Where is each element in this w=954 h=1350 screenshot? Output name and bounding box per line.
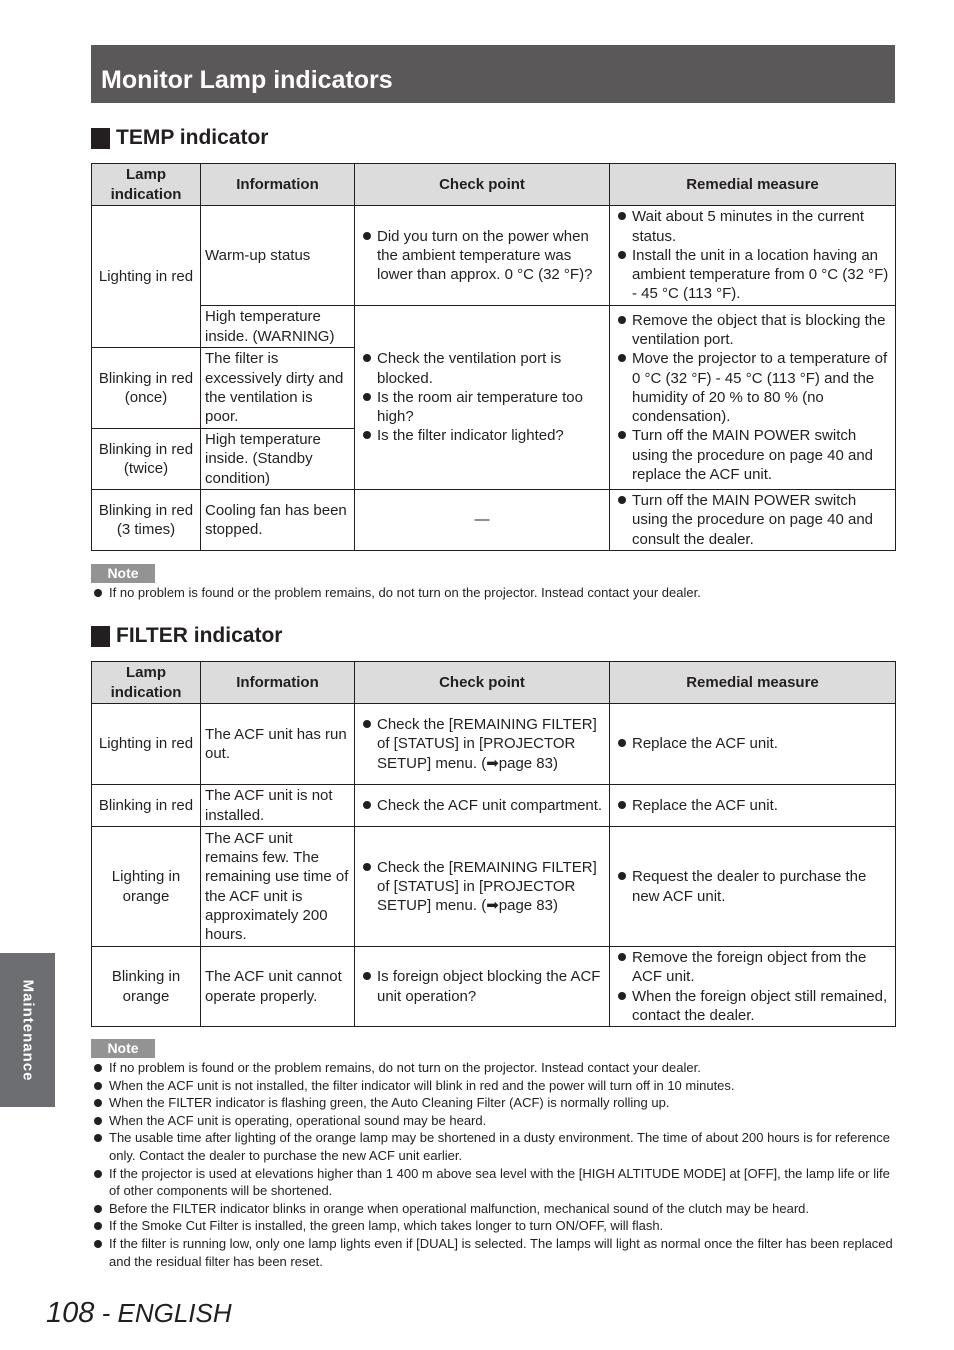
check-item: Check the ACF unit compartment. [359,796,605,815]
table-row: Lighting in red The ACF unit has run out… [91,703,896,785]
table-row: High temperature inside. (WARNING) Check… [92,305,896,490]
note-list: If no problem is found or the problem re… [91,1059,896,1270]
note-item: If the Smoke Cut Filter is installed, th… [91,1217,896,1235]
remedy-item: Install the unit in a location having an… [614,246,891,304]
table-row: Blinking in red (3 times) Cooling fan ha… [91,489,896,551]
lamp-cell: Lighting in red [91,205,201,348]
check-cell: Check the ACF unit compartment. [354,784,610,827]
lamp-cell: Lighting in orange [91,826,201,947]
col-header-lamp: Lamp indication [91,163,201,206]
check-cell: — [354,489,610,551]
remedy-item: Remove the foreign object from the ACF u… [614,948,891,987]
check-item: Did you turn on the power when the ambie… [359,227,605,285]
lamp-cell: Blinking in red (twice) [91,428,201,490]
check-item: Is the filter indicator lighted? [359,426,605,445]
table-header-row: Lamp indication Information Check point … [91,163,896,206]
note-item: If the projector is used at elevations h… [91,1165,896,1200]
check-cell: Is foreign object blocking the ACF unit … [354,946,610,1027]
note-badge: Note [91,1039,155,1058]
page-number: 108 [46,1297,95,1329]
col-header-lamp: Lamp indication [91,661,201,704]
side-tab-label: Maintenance [19,979,37,1081]
remedy-cell: Remove the object that is blocking the v… [609,305,896,490]
note-item: If no problem is found or the problem re… [91,1059,896,1077]
remedy-item: Move the projector to a temperature of 0… [614,349,891,426]
temp-section-heading: TEMP indicator [91,125,268,151]
col-header-information: Information [200,661,355,704]
table-row: Lighting in red Warm-up status Did you t… [91,205,896,348]
col-header-remedial: Remedial measure [609,163,896,206]
col-header-check-point: Check point [354,163,610,206]
check-cell: Check the [REMAINING FILTER] of [STATUS]… [354,826,610,947]
note-item: When the ACF unit is operating, operatio… [91,1112,896,1130]
note-item: Before the FILTER indicator blinks in or… [91,1200,896,1218]
info-cell: The ACF unit remains few. The remaining … [200,826,355,947]
remedy-item: Turn off the MAIN POWER switch using the… [614,426,891,484]
info-cell: The filter is excessively dirty and the … [200,347,355,429]
check-item: Check the [REMAINING FILTER] of [STATUS]… [359,715,605,773]
check-cell: Check the ventilation port is blocked. I… [354,305,610,490]
remedy-item: Request the dealer to purchase the new A… [614,867,891,906]
remedy-cell: Wait about 5 minutes in the current stat… [609,205,896,306]
note-item: If no problem is found or the problem re… [91,584,896,602]
lamp-cell: Blinking in red [91,784,201,827]
note-list: If no problem is found or the problem re… [91,584,896,602]
lamp-cell: Blinking in red (3 times) [91,489,201,551]
page-title: Monitor Lamp indicators [91,45,895,103]
remedy-cell: Remove the foreign object from the ACF u… [609,946,896,1027]
page-footer: 108 - ENGLISH [46,1296,232,1330]
lamp-cell: Blinking in red (once) [91,347,201,429]
note-item: If the filter is running low, only one l… [91,1235,896,1270]
check-item: Check the ventilation port is blocked. [359,349,605,388]
table-row: Lighting in orange The ACF unit remains … [91,826,896,947]
table-header-row: Lamp indication Information Check point … [91,661,896,704]
note-item: When the FILTER indicator is flashing gr… [91,1094,896,1112]
check-cell: Did you turn on the power when the ambie… [354,205,610,306]
filter-indicator-table: Lamp indication Information Check point … [91,661,896,1027]
footer-language: ENGLISH [117,1298,232,1328]
remedy-item: Replace the ACF unit. [614,796,891,815]
col-header-check-point: Check point [354,661,610,704]
remedy-item: Wait about 5 minutes in the current stat… [614,207,891,246]
info-cell: The ACF unit has run out. [200,703,355,785]
col-header-remedial: Remedial measure [609,661,896,704]
info-cell: The ACF unit is not installed. [200,784,355,827]
remedy-cell: Turn off the MAIN POWER switch using the… [609,489,896,551]
check-cell: Check the [REMAINING FILTER] of [STATUS]… [354,703,610,785]
note-item: When the ACF unit is not installed, the … [91,1077,896,1095]
lamp-cell: Blinking in orange [91,946,201,1027]
info-cell: Cooling fan has been stopped. [200,489,355,551]
remedy-item: When the foreign object still remained, … [614,987,891,1026]
remedy-cell: Replace the ACF unit. [609,784,896,827]
temp-indicator-table: Lamp indication Information Check point … [91,163,896,551]
table-row: Blinking in orange The ACF unit cannot o… [91,946,896,1027]
remedy-item: Replace the ACF unit. [614,734,891,753]
info-cell: High temperature inside. (WARNING) [200,305,355,348]
note-item: The usable time after lighting of the or… [91,1129,896,1164]
side-section-tab: Maintenance [0,953,55,1107]
footer-separator: - [94,1298,118,1328]
col-header-information: Information [200,163,355,206]
temp-heading-text: TEMP indicator [116,126,269,149]
remedy-cell: Replace the ACF unit. [609,703,896,785]
note-badge: Note [91,564,155,583]
filter-heading-text: FILTER indicator [116,624,283,647]
remedy-item: Turn off the MAIN POWER switch using the… [614,491,891,549]
table-row: Blinking in red The ACF unit is not inst… [91,784,896,827]
info-cell: The ACF unit cannot operate properly. [200,946,355,1027]
filter-section-heading: FILTER indicator [91,623,282,649]
info-cell: Warm-up status [200,205,355,306]
remedy-item: Remove the object that is blocking the v… [614,311,891,350]
section-square-icon [91,127,110,149]
remedy-cell: Request the dealer to purchase the new A… [609,826,896,947]
lamp-cell: Lighting in red [91,703,201,785]
check-item: Is the room air temperature too high? [359,388,605,427]
section-square-icon [91,625,110,647]
check-item: Is foreign object blocking the ACF unit … [359,967,605,1006]
check-item: Check the [REMAINING FILTER] of [STATUS]… [359,858,605,916]
info-cell: High temperature inside. (Standby condit… [200,428,355,490]
